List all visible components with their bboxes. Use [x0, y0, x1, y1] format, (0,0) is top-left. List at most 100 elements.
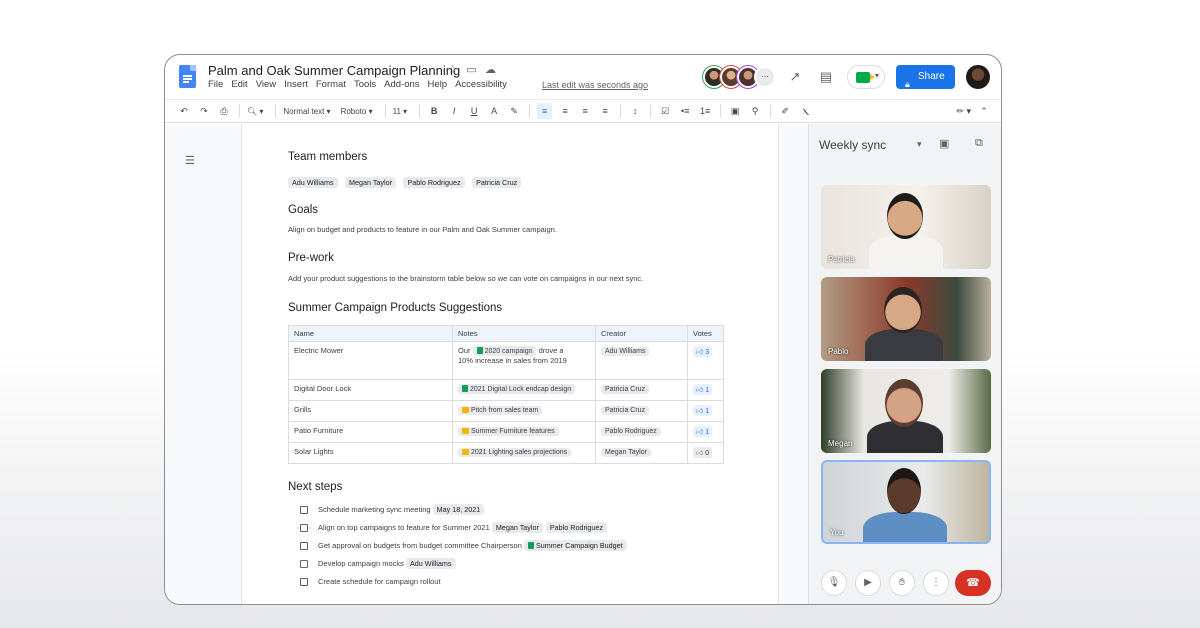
bulleted-list-icon[interactable]: •≡	[678, 103, 692, 119]
vote-chip[interactable]: 👍︎ 1	[693, 426, 713, 437]
insert-link-icon[interactable]: ⚲	[748, 103, 762, 119]
insert-image-icon[interactable]: ▣	[728, 103, 742, 119]
chevron-down-icon[interactable]: ▾	[917, 139, 922, 150]
cell-creator[interactable]: Adu Williams	[595, 341, 688, 380]
cell-notes[interactable]: 2021 Lighting sales projections	[452, 442, 596, 464]
vote-chip[interactable]: 👍︎ 0	[693, 447, 713, 458]
person-chip[interactable]: Pablo Rodriguez	[545, 522, 608, 533]
person-chip[interactable]: Adu Williams	[405, 558, 456, 569]
video-tile-patricia[interactable]: Patricia	[821, 185, 991, 269]
cell-votes[interactable]: 👍︎ 0	[687, 442, 724, 464]
vote-chip[interactable]: 👍︎ 1	[693, 384, 713, 395]
font-dropdown[interactable]: Roboto ▾	[341, 107, 373, 116]
bold-icon[interactable]: B	[427, 103, 441, 119]
docs-logo-icon[interactable]	[179, 65, 196, 88]
cell-votes[interactable]: 👍︎ 1	[687, 400, 724, 422]
share-button[interactable]: 🔒︎ Share	[896, 65, 955, 89]
undo-icon[interactable]: ↶	[177, 103, 191, 119]
outline-icon[interactable]: ☰	[185, 154, 195, 167]
file-chip[interactable]: 2021 Lighting sales projections	[458, 448, 572, 457]
cell-creator[interactable]: Pablo Rodriguez	[595, 421, 688, 443]
checklist-icon[interactable]: ☑	[658, 103, 672, 119]
more-options-icon[interactable]: ⋮	[923, 570, 949, 596]
cell-votes[interactable]: 👍︎ 3	[687, 341, 724, 380]
cell-name[interactable]: Electric Mower	[288, 341, 453, 380]
menu-file[interactable]: File	[208, 79, 223, 90]
account-avatar[interactable]	[966, 65, 990, 89]
collapse-toolbar-icon[interactable]: ⌃	[977, 103, 991, 119]
person-chip[interactable]: Megan Taylor	[345, 177, 397, 188]
underline-icon[interactable]: U	[467, 103, 481, 119]
cell-name[interactable]: Digital Door Lock	[288, 379, 453, 401]
cell-creator[interactable]: Patricia Cruz	[595, 400, 688, 422]
menu-tools[interactable]: Tools	[354, 79, 376, 90]
activity-trend-icon[interactable]: ↗	[787, 69, 803, 85]
menu-insert[interactable]: Insert	[284, 79, 308, 90]
document-page[interactable]: Team members Adu Williams Megan Taylor P…	[241, 124, 779, 604]
person-chip[interactable]: Pablo Rodriguez	[601, 427, 661, 436]
star-icon[interactable]: ☆	[446, 64, 459, 77]
comment-icon[interactable]: ▤	[818, 69, 834, 85]
person-chip[interactable]: Megan Taylor	[491, 522, 543, 533]
checkbox[interactable]	[300, 577, 308, 586]
vote-chip[interactable]: 👍︎ 3	[693, 346, 713, 357]
text-color-icon[interactable]: A	[487, 103, 501, 119]
file-chip[interactable]: Pitch from sales team	[458, 406, 543, 415]
highlight-color-icon[interactable]: ✎	[507, 103, 521, 119]
checkbox[interactable]	[300, 541, 308, 550]
menu-accessibility[interactable]: Accessibility	[455, 79, 507, 90]
picture-in-picture-icon[interactable]: ▣	[939, 137, 949, 150]
video-tile-you[interactable]: You	[821, 460, 991, 544]
person-chip[interactable]: Pablo Rodriguez	[403, 177, 465, 188]
cell-name[interactable]: Patio Furniture	[288, 421, 453, 443]
align-justify-icon[interactable]: ≡	[598, 103, 612, 119]
file-chip[interactable]: 2020 campaign	[472, 346, 537, 356]
person-chip[interactable]: Patricia Cruz	[472, 177, 522, 188]
align-left-icon[interactable]: ≡	[537, 103, 553, 119]
cloud-status-icon[interactable]: ☁	[484, 64, 497, 77]
video-tile-megan[interactable]: Megan	[821, 369, 991, 453]
menu-add-ons[interactable]: Add-ons	[384, 79, 419, 90]
editing-mode-icon[interactable]: ✏ ▾	[956, 103, 971, 119]
checkbox[interactable]	[300, 505, 308, 514]
person-chip[interactable]: Adu Williams	[288, 177, 338, 188]
hang-up-button[interactable]: ☎︎	[955, 570, 991, 596]
vote-chip[interactable]: 👍︎ 1	[693, 405, 713, 416]
menu-format[interactable]: Format	[316, 79, 346, 90]
cell-name[interactable]: Grills	[288, 400, 453, 422]
file-chip[interactable]: 2021 Digital Lock endcap design	[458, 384, 576, 394]
checkbox[interactable]	[300, 559, 308, 568]
cell-creator[interactable]: Megan Taylor	[595, 442, 688, 464]
person-chip[interactable]: Patricia Cruz	[601, 406, 650, 415]
cell-notes[interactable]: Summer Furniture features	[452, 421, 596, 443]
last-edit-link[interactable]: Last edit was seconds ago	[542, 80, 648, 90]
italic-icon[interactable]: I	[447, 103, 461, 119]
numbered-list-icon[interactable]: 1≡	[698, 103, 712, 119]
meet-button[interactable]: ▾	[847, 65, 885, 89]
move-folder-icon[interactable]: ▭	[465, 64, 478, 77]
line-spacing-icon[interactable]: ↕	[628, 103, 642, 119]
menu-help[interactable]: Help	[428, 79, 448, 90]
cell-votes[interactable]: 👍︎ 1	[687, 421, 724, 443]
style-dropdown[interactable]: Normal text ▾	[283, 107, 330, 116]
file-chip[interactable]: Summer Furniture features	[458, 427, 559, 436]
raise-hand-icon[interactable]: ✋︎	[889, 570, 915, 596]
font-size-dropdown[interactable]: 11 ▾	[393, 107, 408, 116]
align-center-icon[interactable]: ≡	[558, 103, 572, 119]
menu-view[interactable]: View	[256, 79, 276, 90]
cell-creator[interactable]: Patricia Cruz	[595, 379, 688, 401]
menu-edit[interactable]: Edit	[231, 79, 247, 90]
align-right-icon[interactable]: ≡	[578, 103, 592, 119]
person-chip[interactable]: Megan Taylor	[601, 448, 651, 457]
person-chip[interactable]: Patricia Cruz	[601, 385, 650, 394]
microphone-icon[interactable]: 🎙︎	[821, 570, 847, 596]
cell-notes[interactable]: Our 2020 campaign drove a 10% increase i…	[452, 341, 596, 380]
file-chip[interactable]: Summer Campaign Budget	[523, 540, 627, 551]
checkbox[interactable]	[300, 523, 308, 532]
camera-icon[interactable]: ▶	[855, 570, 881, 596]
open-in-new-icon[interactable]: ⧉	[975, 137, 983, 150]
person-chip[interactable]: Adu Williams	[601, 347, 650, 356]
cell-name[interactable]: Solar Lights	[288, 442, 453, 464]
paint-format-icon[interactable]: ✐	[778, 103, 792, 119]
date-chip[interactable]: May 18, 2021	[432, 504, 485, 515]
